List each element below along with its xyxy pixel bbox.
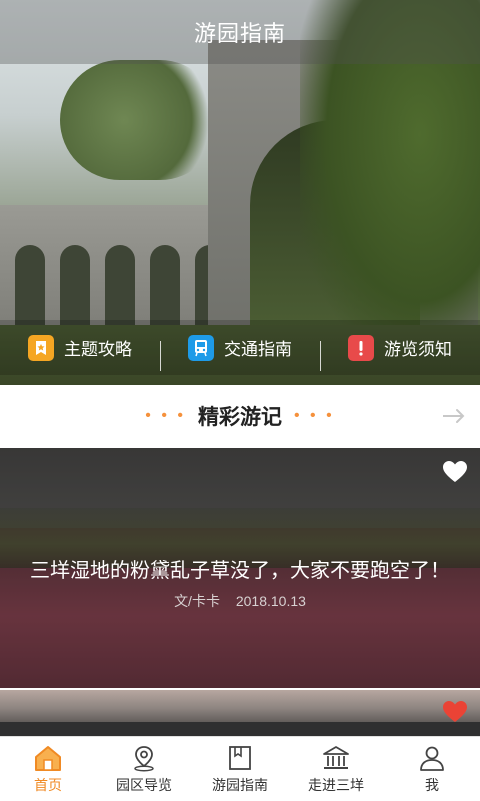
article-card[interactable] [0, 690, 480, 736]
section-title: 精彩游记 [198, 406, 282, 429]
article-card[interactable]: 三垟湿地的粉黛乱子草没了，大家不要跑空了！ 文/卡卡 2018.10.13 [0, 448, 480, 688]
section-header-travel-notes: • • • 精彩游记 • • • [0, 385, 480, 447]
quick-link-label: 交通指南 [224, 340, 292, 359]
tab-park-guide[interactable]: 园区导览 [96, 737, 192, 801]
tab-me[interactable]: 我 [384, 737, 480, 801]
tab-label: 游园指南 [212, 776, 268, 793]
map-pin-icon [134, 745, 154, 771]
decor-dots-right: • • • [294, 407, 335, 424]
decor-dots-left: • • • [145, 407, 186, 424]
star-badge-icon [28, 334, 54, 361]
exclamation-icon [348, 334, 374, 361]
top-navigation-bar: 游园指南 [0, 0, 480, 64]
bottom-tab-bar: 首页 园区导览 游园指南 走进三垟 我 [0, 736, 480, 801]
heart-icon[interactable] [442, 700, 468, 724]
article-title: 三垟湿地的粉黛乱子草没了，大家不要跑空了！ [30, 560, 450, 582]
quick-links-bar: 主题攻略 交通指南 游览须知 [0, 320, 480, 375]
tab-label: 走进三垟 [308, 776, 364, 793]
guide-book-icon [229, 745, 251, 770]
tab-label: 我 [425, 776, 439, 793]
quick-link-label: 主题攻略 [64, 340, 132, 359]
stone-arcade [0, 205, 240, 325]
quick-link-visit-notice[interactable]: 游览须知 [320, 334, 480, 371]
heart-icon[interactable] [442, 460, 468, 484]
quick-link-label: 游览须知 [384, 340, 452, 359]
quick-link-transport-guide[interactable]: 交通指南 [160, 334, 320, 371]
article-author: 文/卡卡 [174, 593, 220, 609]
bus-icon [188, 334, 214, 361]
article-date: 2018.10.13 [235, 593, 306, 609]
trees-left [60, 60, 220, 180]
article-meta: 文/卡卡 2018.10.13 [0, 591, 480, 611]
tab-label: 首页 [34, 776, 62, 793]
tab-label: 园区导览 [116, 776, 172, 793]
tab-visit-guide[interactable]: 游园指南 [192, 737, 288, 801]
user-icon [420, 746, 444, 771]
quick-link-theme-guide[interactable]: 主题攻略 [0, 334, 160, 361]
tab-home[interactable]: 首页 [0, 737, 96, 801]
page-title: 游园指南 [193, 21, 286, 46]
arrow-right-icon[interactable] [442, 403, 468, 429]
tab-explore-sanyang[interactable]: 走进三垟 [288, 737, 384, 801]
museum-icon [323, 745, 349, 769]
home-icon [35, 745, 61, 771]
